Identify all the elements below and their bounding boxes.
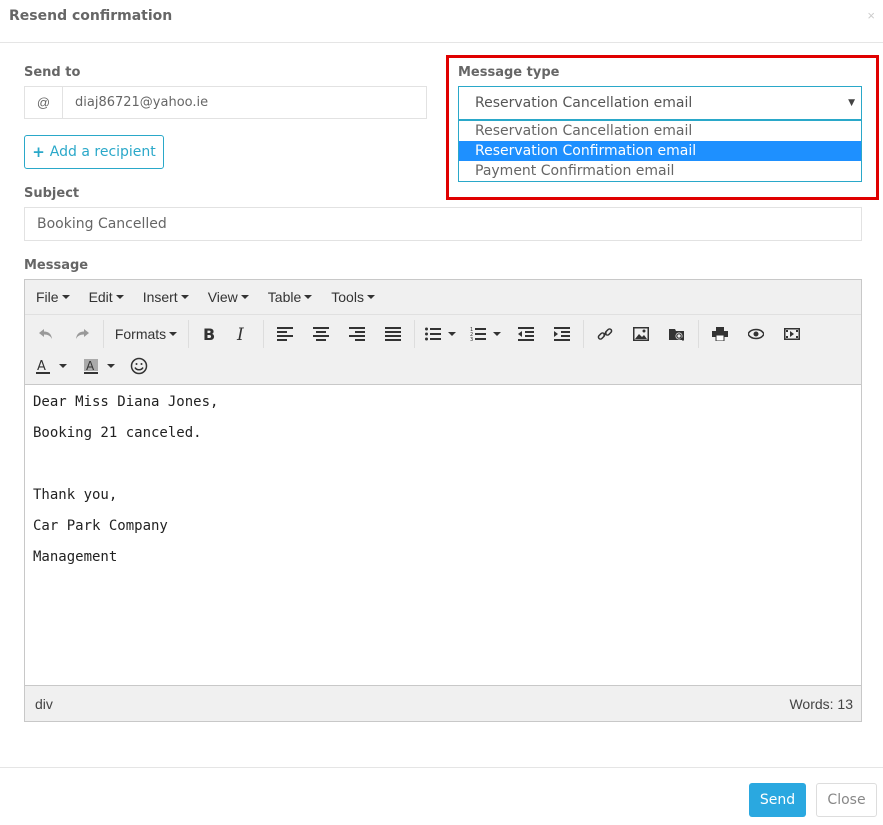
caret-down-icon [180,295,189,299]
menu-file[interactable]: File [36,289,70,305]
outdent-icon[interactable] [508,319,544,349]
caret-down-icon [366,295,375,299]
send-to-group: @ [24,86,427,119]
media-embed-icon[interactable] [774,319,810,349]
message-label: Message [24,258,89,273]
caret-down-icon [169,332,178,336]
plus-icon: + [32,143,45,161]
add-recipient-button[interactable]: + Add a recipient [24,135,164,169]
message-type-select[interactable]: Reservation Cancellation email ▼ [458,86,862,120]
link-icon[interactable] [587,319,623,349]
numbered-list-icon[interactable]: 123 [462,319,508,349]
message-type-dropdown: Reservation Cancellation email Reservati… [458,120,862,182]
message-line: Management [33,549,118,565]
subject-label: Subject [24,186,80,201]
send-to-label: Send to [24,65,81,80]
toolbar-separator [414,320,415,348]
toolbar-separator [263,320,264,348]
indent-icon[interactable] [544,319,580,349]
option-reservation-cancellation[interactable]: Reservation Cancellation email [459,121,861,141]
background-color-icon[interactable]: A [74,351,124,381]
message-line: Thank you, [33,487,118,503]
caret-down-icon [61,295,70,299]
editor-content[interactable]: Dear Miss Diana Jones, Booking 21 cancel… [25,385,861,685]
caret-down-icon [492,332,501,336]
align-center-icon[interactable] [303,319,339,349]
menu-tools-label: Tools [331,289,364,305]
close-button[interactable]: Close [816,783,877,817]
email-field[interactable] [63,87,426,118]
caret-down-icon [115,295,124,299]
menu-insert-label: Insert [142,289,178,305]
message-line: Dear Miss Diana Jones, [33,394,219,410]
caret-down-icon [240,295,249,299]
message-type-label: Message type [458,65,560,80]
option-payment-confirmation[interactable]: Payment Confirmation email [459,161,861,181]
formats-label: Formats [114,326,167,342]
align-right-icon[interactable] [339,319,375,349]
text-color-icon[interactable]: A [28,351,74,381]
svg-text:B: B [203,326,215,342]
toolbar-separator [103,320,104,348]
media-search-icon[interactable] [659,319,695,349]
menu-edit-label: Edit [88,289,113,305]
message-line: Booking 21 canceled. [33,425,202,441]
menu-insert[interactable]: Insert [143,289,189,305]
add-recipient-label: Add a recipient [49,144,156,160]
italic-icon[interactable]: I [226,319,260,349]
menu-view-label: View [207,289,238,305]
editor-menubar: File Edit Insert View Table Tools [25,280,861,315]
formats-dropdown[interactable]: Formats [107,319,185,349]
toolbar-separator [698,320,699,348]
rich-text-editor: File Edit Insert View Table Tools Format… [24,279,862,722]
message-type-selected-value: Reservation Cancellation email [475,95,693,111]
footer-divider [0,767,883,768]
caret-down-icon [304,295,313,299]
menu-table-label: Table [267,289,302,305]
align-justify-icon[interactable] [375,319,411,349]
option-reservation-confirmation[interactable]: Reservation Confirmation email [459,141,861,161]
preview-eye-icon[interactable] [738,319,774,349]
caret-down-icon [107,364,115,368]
editor-toolbar: Formats B I 1 2 3 A A [25,315,861,385]
caret-down-icon [447,332,456,336]
print-icon[interactable] [702,319,738,349]
at-icon: @ [25,87,63,118]
word-count: Words: 13 [789,695,853,712]
menu-tools[interactable]: Tools [331,289,375,305]
svg-text:3: 3 [470,337,473,341]
redo-icon[interactable] [64,319,100,349]
dropdown-arrow-icon: ▼ [848,98,855,108]
emoticon-icon[interactable] [124,351,154,381]
element-path[interactable]: div [35,696,53,712]
svg-text:I: I [236,326,244,342]
message-line [33,455,853,473]
toolbar-separator [188,320,189,348]
align-left-icon[interactable] [267,319,303,349]
menu-file-label: File [36,289,59,305]
editor-statusbar: div Words: 13 [25,685,861,721]
caret-down-icon [59,364,67,368]
toolbar-separator [583,320,584,348]
send-button[interactable]: Send [749,783,806,817]
modal-header: Resend confirmation × [0,0,883,43]
undo-icon[interactable] [28,319,64,349]
svg-text:A: A [86,359,95,373]
bullet-list-icon[interactable] [418,319,462,349]
modal-title: Resend confirmation [9,8,173,24]
menu-edit[interactable]: Edit [89,289,124,305]
subject-input[interactable]: Booking Cancelled [24,207,862,241]
bold-icon[interactable]: B [192,319,226,349]
message-line: Car Park Company [33,518,168,534]
close-icon[interactable]: × [867,8,875,23]
menu-table[interactable]: Table [267,289,313,305]
image-icon[interactable] [623,319,659,349]
svg-text:A: A [37,359,46,374]
menu-view[interactable]: View [208,289,249,305]
